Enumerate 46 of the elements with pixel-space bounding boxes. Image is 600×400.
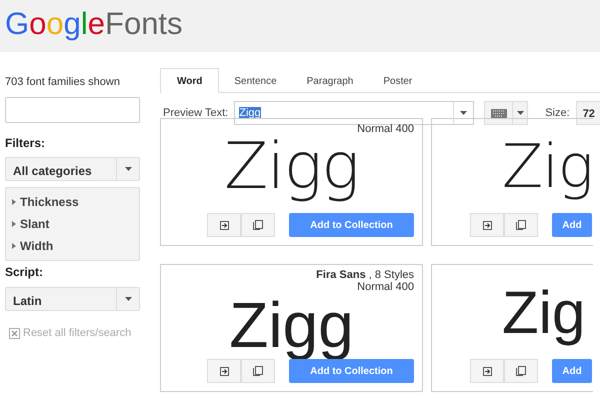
- pages-icon: [253, 366, 263, 376]
- preview-button[interactable]: [207, 359, 241, 383]
- size-label: Size:: [545, 106, 570, 121]
- filters-label: Filters:: [5, 134, 46, 152]
- script-label: Script:: [5, 264, 44, 282]
- filter-toggle[interactable]: Width: [11, 234, 54, 256]
- pages-icon: [516, 366, 526, 376]
- tab[interactable]: Paragraph: [292, 68, 368, 93]
- result-count: 703 font families shown: [5, 75, 121, 90]
- font-style: Normal 400: [357, 123, 414, 135]
- filter-toggle[interactable]: Slant: [11, 212, 50, 234]
- preview-text-label: Preview Text:: [163, 106, 228, 121]
- tab[interactable]: Word: [160, 68, 220, 93]
- caret-icon: [460, 111, 468, 115]
- font-sample: Zig: [502, 135, 593, 199]
- filter-toggle[interactable]: Thickness: [11, 190, 79, 212]
- tab[interactable]: Poster: [368, 68, 428, 93]
- size-field[interactable]: 72: [576, 101, 600, 125]
- font-name: Fira Sans , 8 Styles: [316, 269, 414, 281]
- caret-icon: [124, 167, 132, 171]
- font-style: Normal 400: [356, 281, 414, 293]
- arrow-box-icon: [482, 220, 492, 230]
- search-field[interactable]: [5, 96, 140, 122]
- pages-icon: [516, 220, 526, 230]
- close-icon: [9, 328, 20, 338]
- pages-icon: [253, 220, 263, 230]
- keyboard-button[interactable]: [484, 101, 528, 125]
- arrow-box-icon: [482, 366, 492, 376]
- font-sample: Zigg: [229, 293, 354, 357]
- compare-button[interactable]: [241, 213, 275, 237]
- compare-button[interactable]: [504, 213, 538, 237]
- category-select[interactable]: All categories: [5, 157, 140, 181]
- font-sample: Zigg: [224, 135, 359, 199]
- font-sample: Zig: [502, 281, 586, 345]
- compare-button[interactable]: [504, 359, 538, 383]
- script-select[interactable]: Latin: [5, 286, 140, 311]
- compare-button[interactable]: [241, 359, 275, 383]
- tab[interactable]: Sentence: [219, 68, 292, 93]
- arrow-box-icon: [220, 366, 228, 376]
- preview-button[interactable]: [470, 359, 504, 383]
- arrow-box-icon: [220, 220, 228, 230]
- preview-button[interactable]: [470, 213, 504, 237]
- keyboard-icon: [490, 108, 507, 118]
- preview-button[interactable]: [207, 213, 241, 237]
- caret-icon: [516, 111, 524, 115]
- caret-icon: [124, 296, 132, 301]
